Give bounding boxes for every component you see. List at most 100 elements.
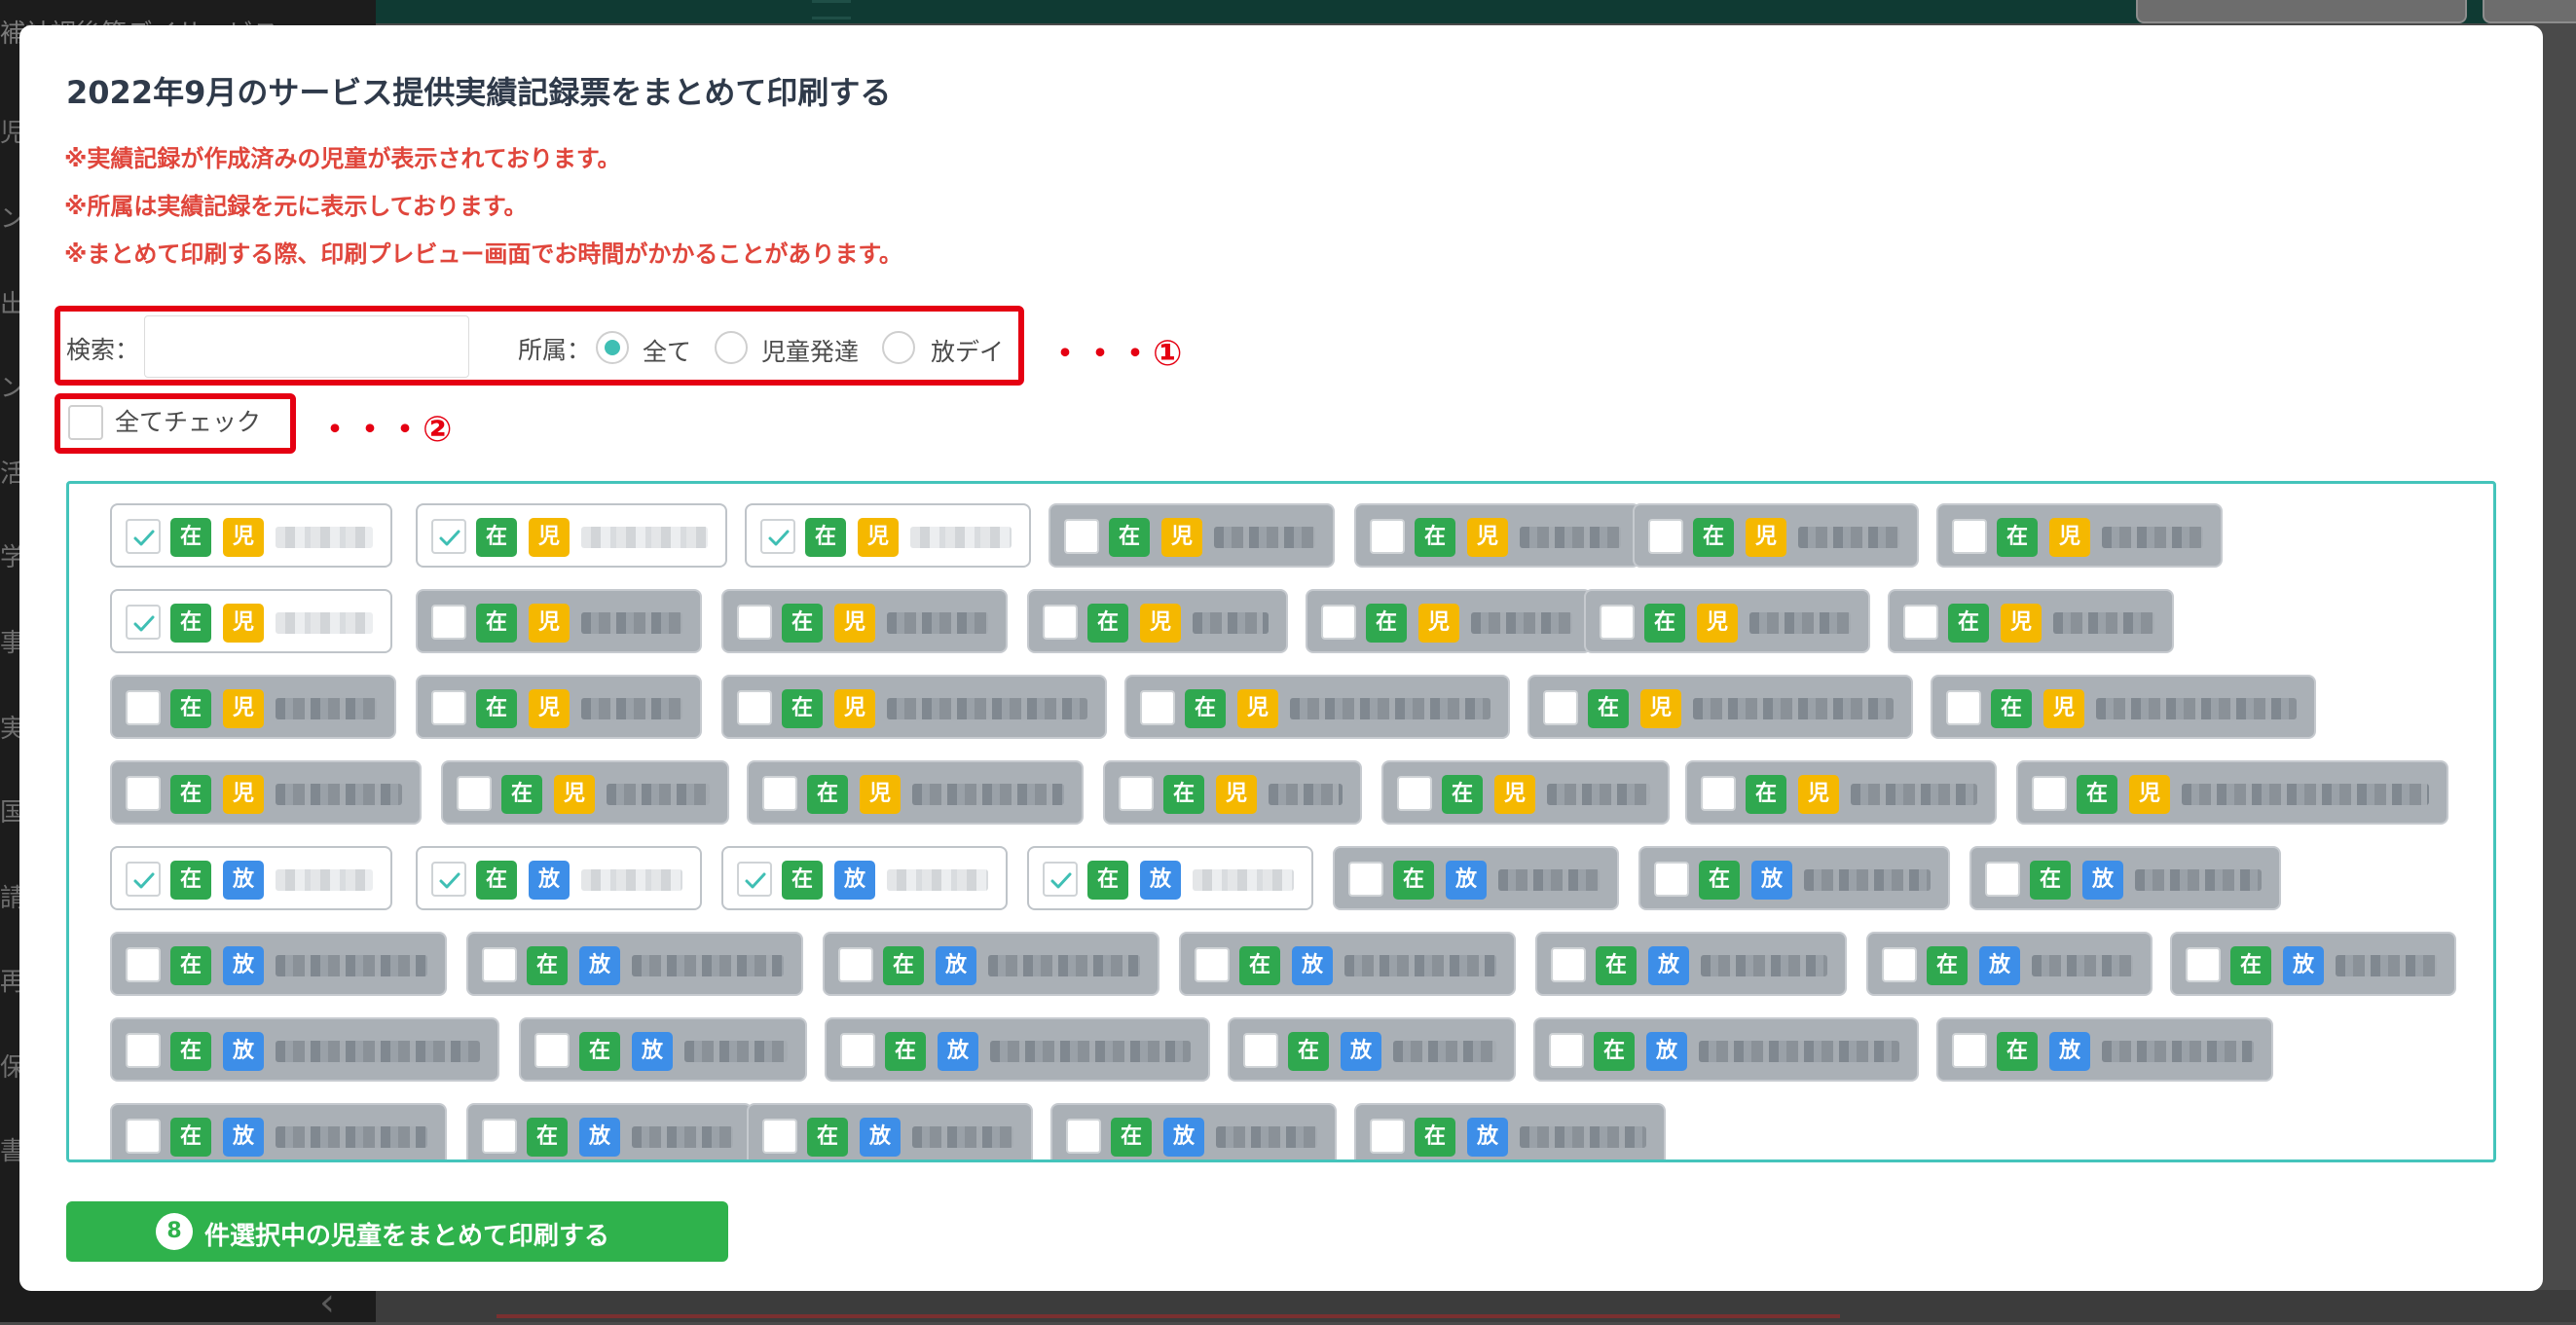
child-chip[interactable]: 在放 xyxy=(823,932,1159,996)
child-chip[interactable]: 在児 xyxy=(747,760,1084,825)
unchecked-checkbox[interactable] xyxy=(840,1033,875,1068)
child-chip[interactable]: 在放 xyxy=(1179,932,1516,996)
unchecked-checkbox[interactable] xyxy=(838,947,873,982)
child-chip[interactable]: 在児 xyxy=(1936,503,2223,568)
unchecked-checkbox[interactable] xyxy=(1066,1119,1101,1154)
child-chip[interactable]: 在放 xyxy=(825,1017,1210,1082)
child-chip[interactable]: 在児 xyxy=(110,675,396,739)
unchecked-checkbox[interactable] xyxy=(2186,947,2221,982)
unchecked-checkbox[interactable] xyxy=(737,605,772,640)
unchecked-checkbox[interactable] xyxy=(1648,519,1683,554)
child-chip[interactable]: 在児 xyxy=(1584,589,1870,653)
unchecked-checkbox[interactable] xyxy=(1600,605,1635,640)
child-chip[interactable]: 在放 xyxy=(110,932,447,996)
child-list[interactable]: 在児在児在児在児在児在児在児在児在児在児在児在児在児在児在児在児在児在児在児在児… xyxy=(66,481,2496,1162)
unchecked-checkbox[interactable] xyxy=(534,1033,570,1068)
unchecked-checkbox[interactable] xyxy=(1701,776,1736,811)
unchecked-checkbox[interactable] xyxy=(431,690,466,725)
unchecked-checkbox[interactable] xyxy=(1140,690,1175,725)
child-chip[interactable]: 在児 xyxy=(1354,503,1640,568)
checked-checkbox[interactable] xyxy=(1043,862,1078,897)
radio-jidou-hattatsu[interactable] xyxy=(715,331,748,364)
unchecked-checkbox[interactable] xyxy=(1348,862,1383,897)
unchecked-checkbox[interactable] xyxy=(126,947,161,982)
child-chip[interactable]: 在放 xyxy=(466,932,803,996)
search-input[interactable] xyxy=(144,315,469,378)
child-chip[interactable]: 在児 xyxy=(1888,589,2174,653)
child-chip[interactable]: 在放 xyxy=(1050,1103,1337,1159)
child-chip[interactable]: 在児 xyxy=(416,589,702,653)
child-chip[interactable]: 在放 xyxy=(721,846,1008,910)
child-chip[interactable]: 在放 xyxy=(466,1103,753,1159)
unchecked-checkbox[interactable] xyxy=(482,1119,517,1154)
unchecked-checkbox[interactable] xyxy=(1882,947,1917,982)
unchecked-checkbox[interactable] xyxy=(1952,519,1987,554)
child-chip[interactable]: 在児 xyxy=(1027,589,1288,653)
unchecked-checkbox[interactable] xyxy=(1543,690,1578,725)
unchecked-checkbox[interactable] xyxy=(1985,862,2020,897)
unchecked-checkbox[interactable] xyxy=(2032,776,2067,811)
child-chip[interactable]: 在児 xyxy=(1931,675,2316,739)
child-chip[interactable]: 在児 xyxy=(1049,503,1335,568)
child-chip[interactable]: 在児 xyxy=(1306,589,1592,653)
child-chip[interactable]: 在児 xyxy=(1685,760,1997,825)
child-chip[interactable]: 在児 xyxy=(1527,675,1913,739)
unchecked-checkbox[interactable] xyxy=(126,690,161,725)
child-chip[interactable]: 在児 xyxy=(110,760,422,825)
unchecked-checkbox[interactable] xyxy=(1195,947,1230,982)
check-all-label[interactable]: 全てチェック xyxy=(115,403,261,438)
unchecked-checkbox[interactable] xyxy=(431,605,466,640)
child-chip[interactable]: 在放 xyxy=(1638,846,1950,910)
unchecked-checkbox[interactable] xyxy=(737,690,772,725)
checked-checkbox[interactable] xyxy=(737,862,772,897)
unchecked-checkbox[interactable] xyxy=(126,776,161,811)
child-chip[interactable]: 在児 xyxy=(416,675,702,739)
unchecked-checkbox[interactable] xyxy=(126,1119,161,1154)
checked-checkbox[interactable] xyxy=(431,519,466,554)
child-chip[interactable]: 在児 xyxy=(110,503,392,568)
child-chip[interactable]: 在放 xyxy=(1354,1103,1666,1159)
child-chip[interactable]: 在児 xyxy=(1124,675,1510,739)
unchecked-checkbox[interactable] xyxy=(1946,690,1981,725)
unchecked-checkbox[interactable] xyxy=(1549,1033,1584,1068)
unchecked-checkbox[interactable] xyxy=(1119,776,1154,811)
check-all-checkbox[interactable] xyxy=(68,405,103,440)
child-chip[interactable]: 在放 xyxy=(110,846,392,910)
child-chip[interactable]: 在放 xyxy=(1027,846,1313,910)
child-chip[interactable]: 在児 xyxy=(1381,760,1670,825)
unchecked-checkbox[interactable] xyxy=(1043,605,1078,640)
child-chip[interactable]: 在児 xyxy=(110,589,392,653)
radio-all[interactable] xyxy=(596,331,629,364)
child-chip[interactable]: 在児 xyxy=(416,503,727,568)
child-chip[interactable]: 在放 xyxy=(1936,1017,2273,1082)
child-chip[interactable]: 在児 xyxy=(1103,760,1362,825)
unchecked-checkbox[interactable] xyxy=(1243,1033,1278,1068)
unchecked-checkbox[interactable] xyxy=(1370,519,1405,554)
child-chip[interactable]: 在児 xyxy=(721,675,1107,739)
child-chip[interactable]: 在放 xyxy=(110,1103,447,1159)
unchecked-checkbox[interactable] xyxy=(762,1119,797,1154)
unchecked-checkbox[interactable] xyxy=(457,776,492,811)
unchecked-checkbox[interactable] xyxy=(1397,776,1432,811)
child-chip[interactable]: 在放 xyxy=(1535,932,1847,996)
checked-checkbox[interactable] xyxy=(431,862,466,897)
unchecked-checkbox[interactable] xyxy=(1370,1119,1405,1154)
unchecked-checkbox[interactable] xyxy=(482,947,517,982)
radio-houdei[interactable] xyxy=(882,331,915,364)
unchecked-checkbox[interactable] xyxy=(1654,862,1689,897)
child-chip[interactable]: 在放 xyxy=(519,1017,807,1082)
checked-checkbox[interactable] xyxy=(126,519,161,554)
child-chip[interactable]: 在放 xyxy=(1533,1017,1919,1082)
checked-checkbox[interactable] xyxy=(760,519,795,554)
child-chip[interactable]: 在児 xyxy=(2016,760,2448,825)
child-chip[interactable]: 在児 xyxy=(721,589,1008,653)
unchecked-checkbox[interactable] xyxy=(1551,947,1586,982)
child-chip[interactable]: 在放 xyxy=(2170,932,2456,996)
child-chip[interactable]: 在放 xyxy=(1333,846,1619,910)
checked-checkbox[interactable] xyxy=(126,862,161,897)
child-chip[interactable]: 在児 xyxy=(1633,503,1919,568)
unchecked-checkbox[interactable] xyxy=(762,776,797,811)
unchecked-checkbox[interactable] xyxy=(1903,605,1938,640)
child-chip[interactable]: 在放 xyxy=(1228,1017,1516,1082)
child-chip[interactable]: 在放 xyxy=(1969,846,2281,910)
